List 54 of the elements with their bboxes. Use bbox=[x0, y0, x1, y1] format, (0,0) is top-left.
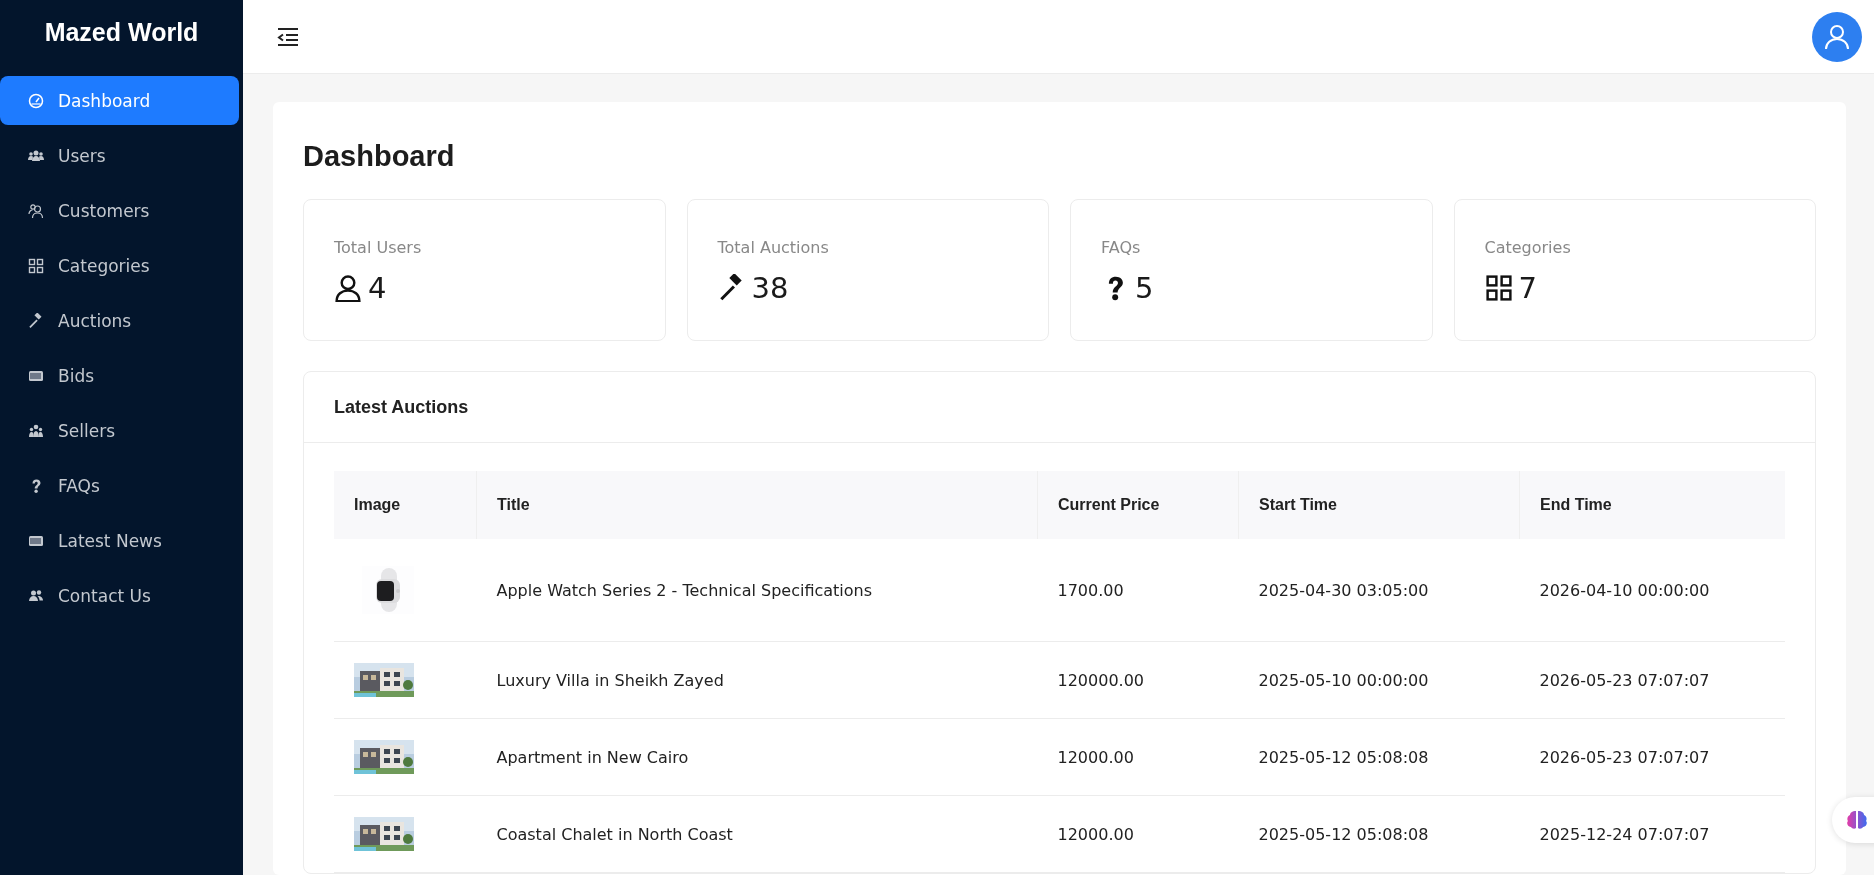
table-cell: 2026-05-23 07:07:07 bbox=[1519, 641, 1785, 719]
stat-label: FAQs bbox=[1101, 238, 1142, 257]
column-header: Title bbox=[476, 471, 1038, 539]
user-avatar-button[interactable] bbox=[1812, 11, 1862, 62]
stat-label: Total Users bbox=[334, 238, 423, 257]
user-icon bbox=[1824, 23, 1850, 50]
table-cell: 2025-04-30 03:05:00 bbox=[1238, 539, 1520, 642]
column-header: Current Price bbox=[1037, 471, 1239, 539]
stat-value: 4 bbox=[368, 271, 387, 305]
table-cell: Luxury Villa in Sheikh Zayed bbox=[476, 641, 1038, 719]
user-icon bbox=[334, 274, 362, 302]
table-cell: Apartment in New Cairo bbox=[476, 718, 1038, 796]
table-cell: 12000.00 bbox=[1037, 718, 1239, 796]
nav-item[interactable]: FAQs bbox=[0, 461, 239, 510]
gavel-icon bbox=[28, 312, 44, 329]
column-header: Image bbox=[334, 471, 477, 539]
nav-item[interactable]: Categories bbox=[0, 241, 239, 290]
sellers-icon bbox=[28, 422, 44, 439]
stat-value: 5 bbox=[1135, 271, 1154, 305]
nav-item[interactable]: Contact Us bbox=[0, 571, 239, 620]
stat-label: Total Auctions bbox=[717, 238, 830, 257]
nav-item[interactable]: Latest News bbox=[0, 516, 239, 565]
nav-item[interactable]: Bids bbox=[0, 351, 239, 400]
nav-item[interactable]: Customers bbox=[0, 186, 239, 235]
table-cell: 120000.00 bbox=[1037, 641, 1239, 719]
menu-icon bbox=[277, 26, 299, 47]
table-cell: Coastal Chalet in North Coast bbox=[476, 795, 1038, 873]
stat-value: 38 bbox=[751, 271, 789, 305]
table-cell: Apple Watch Series 2 - Technical Specifications bbox=[476, 539, 1038, 642]
nav-item[interactable]: Auctions bbox=[0, 296, 239, 345]
table-cell: 2025-12-24 07:07:07 bbox=[1519, 795, 1785, 873]
table-cell: 2025-05-12 05:08:08 bbox=[1238, 795, 1520, 873]
table-cell: 2025-05-12 05:08:08 bbox=[1238, 718, 1520, 796]
table-cell: 2026-04-10 00:00:00 bbox=[1519, 539, 1785, 642]
brain-icon bbox=[1846, 810, 1868, 830]
gauge-icon bbox=[28, 92, 44, 109]
nav-item[interactable]: Dashboard bbox=[0, 76, 239, 125]
nav-item[interactable]: Sellers bbox=[0, 406, 239, 455]
table-cell: 12000.00 bbox=[1037, 795, 1239, 873]
table-cell: 2025-05-10 00:00:00 bbox=[1238, 641, 1520, 719]
stat-value: 7 bbox=[1518, 271, 1537, 305]
table-cell: 1700.00 bbox=[1037, 539, 1239, 642]
nav-item[interactable]: Users bbox=[0, 131, 239, 180]
column-header: Start Time bbox=[1238, 471, 1520, 539]
card-title: Latest Auctions bbox=[334, 396, 469, 418]
column-header: End Time bbox=[1519, 471, 1785, 539]
table-cell: 2026-05-23 07:07:07 bbox=[1519, 718, 1785, 796]
grid-icon bbox=[28, 257, 44, 274]
brand-logo[interactable]: Mazed World bbox=[44, 0, 199, 60]
people-icon bbox=[28, 202, 44, 219]
contact-icon bbox=[28, 587, 44, 604]
stat-label: Categories bbox=[1484, 238, 1572, 257]
page-title: Dashboard bbox=[303, 140, 456, 173]
grid-icon bbox=[1484, 274, 1513, 302]
